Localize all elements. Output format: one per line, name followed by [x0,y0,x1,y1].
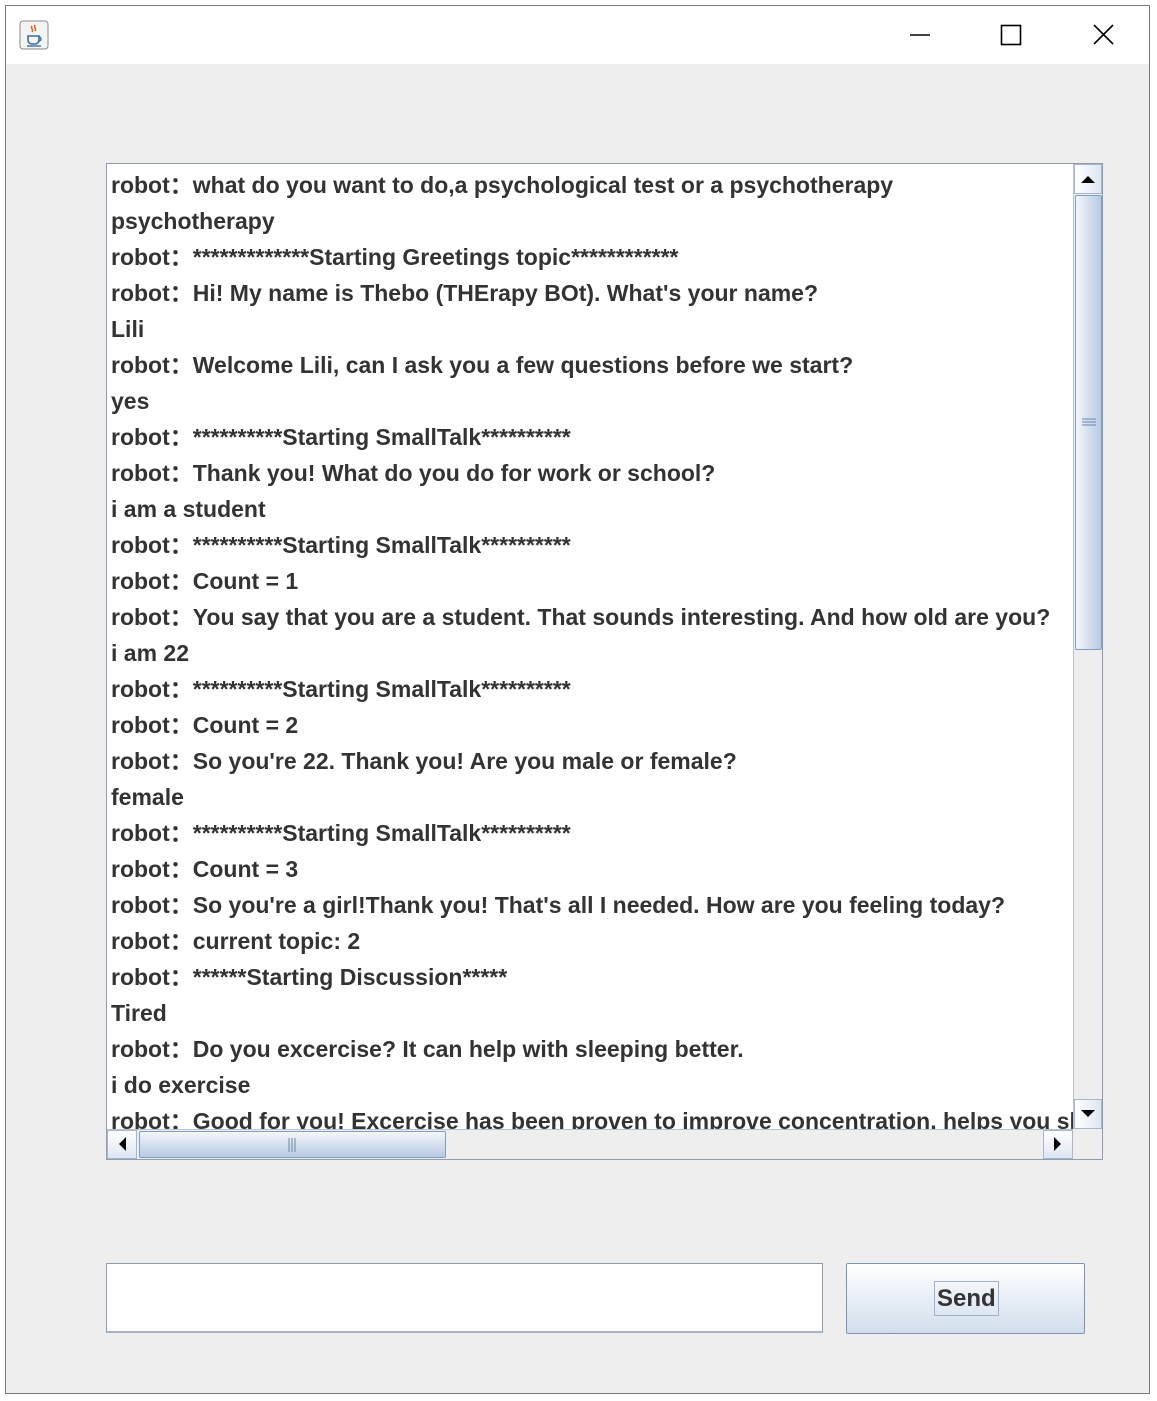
chat-line: robot：*************Starting Greetings to… [111,244,679,270]
chat-line: Tired [111,1000,167,1026]
chat-line: robot：**********Starting SmallTalk******… [111,820,571,846]
grip-icon [288,1138,296,1152]
maximize-icon [1000,24,1022,46]
triangle-left-icon [119,1137,126,1151]
chat-line: robot：******Starting Discussion***** [111,964,508,990]
chat-line: robot：So you're 22. Thank you! Are you m… [111,748,737,774]
maximize-button[interactable] [965,6,1057,64]
chat-line: robot：Count = 1 [111,568,299,594]
grip-icon [1082,418,1096,426]
chat-text-area[interactable]: robot：what do you want to do,a psycholog… [107,164,1073,1129]
chat-line: robot：current topic: 2 [111,928,361,954]
chat-line: robot：So you're a girl!Thank you! That's… [111,892,1006,918]
scroll-down-button[interactable] [1074,1099,1102,1129]
chat-line: robot：You say that you are a student. Th… [111,604,1051,630]
chat-line: psychotherapy [111,208,275,234]
chat-line: robot：Welcome Lili, can I ask you a few … [111,352,854,378]
scroll-left-button[interactable] [107,1130,137,1159]
chat-line: robot：Hi! My name is Thebo (THErapy BOt)… [111,280,819,306]
chat-line: robot：Thank you! What do you do for work… [111,460,716,486]
chat-line: robot：Do you excercise? It can help with… [111,1036,744,1062]
horizontal-scroll-thumb[interactable] [139,1131,446,1158]
chat-line: robot：**********Starting SmallTalk******… [111,676,571,702]
minimize-icon [910,34,930,36]
scroll-corner [1073,1129,1102,1159]
title-bar[interactable] [6,6,1149,64]
horizontal-scrollbar[interactable] [107,1129,1073,1159]
chat-line: i am 22 [111,640,189,666]
chat-lines: robot：what do you want to do,a psycholog… [111,167,1073,1129]
send-button-label: Send [934,1281,999,1316]
scroll-up-button[interactable] [1074,164,1102,194]
vertical-scrollbar[interactable] [1073,164,1102,1129]
vertical-scroll-thumb[interactable] [1075,195,1102,650]
java-cup-icon [19,20,49,50]
triangle-up-icon [1081,176,1095,183]
chat-line: Lili [111,316,145,342]
triangle-right-icon [1054,1137,1061,1151]
close-button[interactable] [1057,6,1149,64]
chat-line: robot：**********Starting SmallTalk******… [111,532,571,558]
chat-line: female [111,784,184,810]
chat-line: robot：Count = 3 [111,856,299,882]
chat-line: i am a student [111,496,266,522]
scroll-right-button[interactable] [1043,1130,1073,1159]
chat-line: yes [111,388,150,414]
chat-scroll-pane[interactable]: robot：what do you want to do,a psycholog… [106,163,1103,1160]
chat-line: robot：what do you want to do,a psycholog… [111,172,894,198]
close-icon [1093,24,1114,45]
chat-line: robot：**********Starting SmallTalk******… [111,424,571,450]
chat-line: robot：Good for you! Excercise has been p… [111,1108,1073,1129]
chat-line: robot：Count = 2 [111,712,299,738]
triangle-down-icon [1081,1110,1095,1117]
app-window: robot：what do you want to do,a psycholog… [5,5,1150,1394]
message-input[interactable] [106,1263,823,1333]
minimize-button[interactable] [873,6,965,64]
chat-line: i do exercise [111,1072,251,1098]
send-button[interactable]: Send [846,1263,1085,1334]
